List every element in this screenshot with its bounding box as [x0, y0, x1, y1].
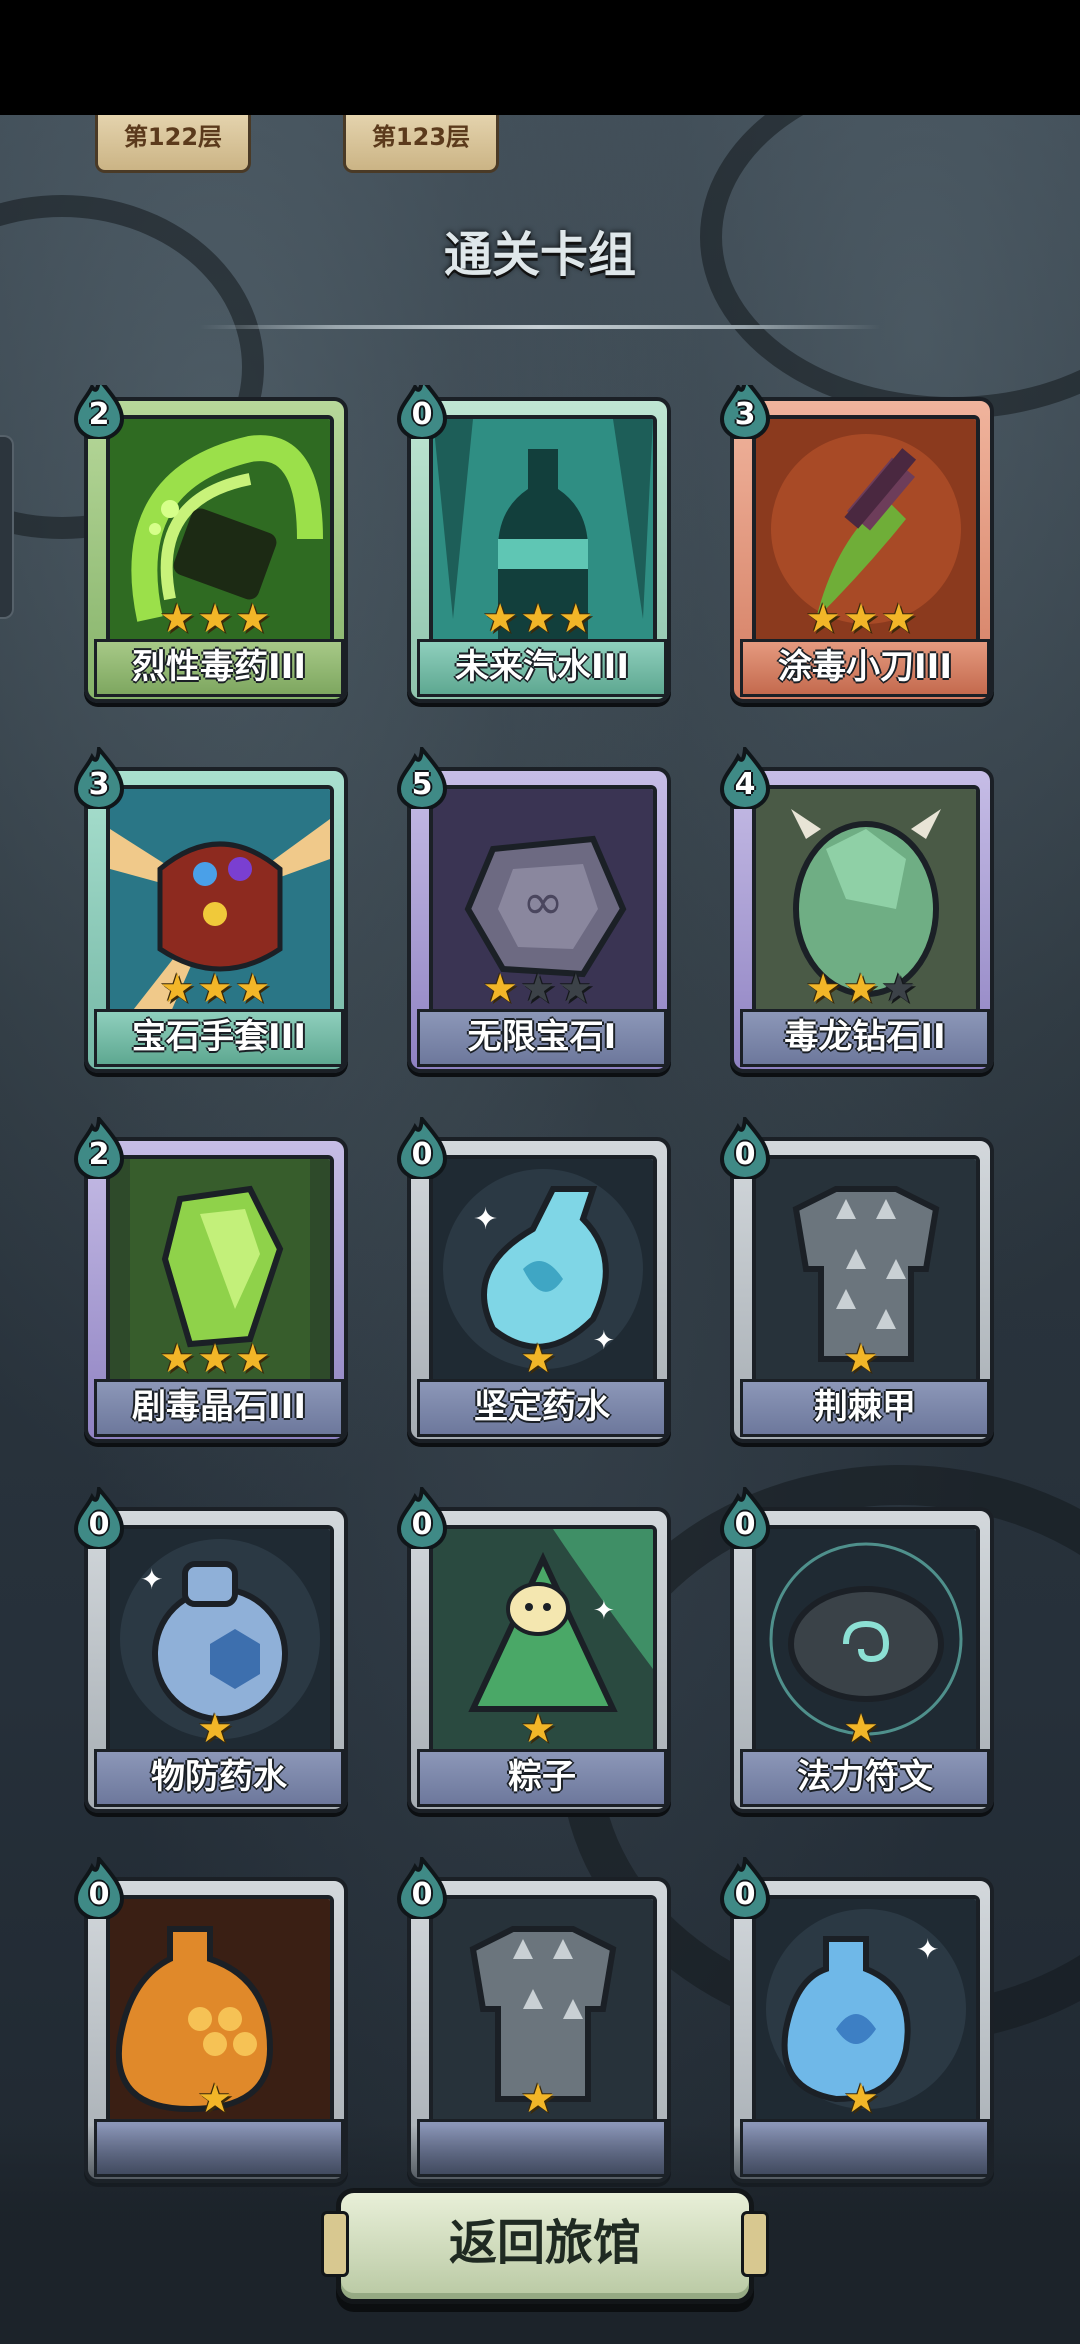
card-frame: ✦ ★ 粽子 [407, 1507, 671, 1813]
card-name: 无限宝石I [417, 1009, 667, 1067]
card-frame: ★★★ 毒龙钻石II [730, 767, 994, 1073]
card-frame: ★★★ 剧毒晶石III [84, 1137, 348, 1443]
card-frame: ★ 法力符文 [730, 1507, 994, 1813]
star-rating: ★★★ [482, 966, 596, 1012]
floor-tab-123[interactable]: 第123层 [343, 115, 499, 173]
card-thorn-armor[interactable]: ★ 荆棘甲 0 [720, 1117, 994, 1445]
card-frame: ★★★ 涂毒小刀III [730, 397, 994, 703]
star-rating: ★ [520, 1336, 558, 1382]
svg-text:∞: ∞ [522, 873, 564, 931]
return-to-inn-button[interactable]: 返回旅馆 [321, 2188, 769, 2304]
cost-badge: 0 [397, 1117, 447, 1179]
game-scene: 第122层 第123层 通关卡组 ★★★ 烈性毒药III 2 ★★★ 未来汽水I… [0, 115, 1080, 2344]
star-rating: ★ [843, 1706, 881, 1752]
card-name: 物防药水 [94, 1749, 344, 1807]
star-rating: ★ [843, 1336, 881, 1382]
card-name: 坚定药水 [417, 1379, 667, 1437]
card-frame: ★★★ 烈性毒药III [84, 397, 348, 703]
card-mana-rune[interactable]: ★ 法力符文 0 [720, 1487, 994, 1815]
status-bar [0, 0, 1080, 115]
cost-badge: 0 [397, 385, 447, 439]
star-rating: ★★★ [159, 1336, 273, 1382]
card-name: 烈性毒药III [94, 639, 344, 697]
card-name: 荆棘甲 [740, 1379, 990, 1437]
card-dragon-diamond[interactable]: ★★★ 毒龙钻石II 4 [720, 747, 994, 1075]
card-frame: ★★★ 宝石手套III [84, 767, 348, 1073]
card-name: 毒龙钻石II [740, 1009, 990, 1067]
cost-badge: 0 [397, 1857, 447, 1919]
star-rating: ★ [843, 2076, 881, 2122]
cost-badge: 0 [74, 1487, 124, 1549]
cost-badge: 3 [720, 385, 770, 439]
card-steadfast-potion[interactable]: ✦ ✦ ★ 坚定药水 0 [397, 1117, 671, 1445]
card-toxic-crystal[interactable]: ★★★ 剧毒晶石III 2 [74, 1117, 348, 1445]
star-rating: ★★★ [482, 596, 596, 642]
cost-badge: 0 [74, 1857, 124, 1919]
card-name: 剧毒晶石III [94, 1379, 344, 1437]
cost-badge: 0 [720, 1117, 770, 1179]
card-zongzi[interactable]: ✦ ★ 粽子 0 [397, 1487, 671, 1815]
card-gem-gauntlet[interactable]: ★★★ 宝石手套III 3 [74, 747, 348, 1075]
star-rating: ★ [197, 1706, 235, 1752]
cost-badge: 2 [74, 385, 124, 439]
card-name: 涂毒小刀III [740, 639, 990, 697]
card-poison-dagger[interactable]: ★★★ 涂毒小刀III 3 [720, 385, 994, 705]
star-rating: ★★★ [805, 966, 919, 1012]
cost-badge: 0 [720, 1857, 770, 1919]
svg-text:✦: ✦ [473, 1202, 498, 1237]
title-divider [200, 325, 880, 329]
card-infinity-gem[interactable]: ∞ ★★★ 无限宝石I 5 [397, 747, 671, 1075]
card-frame: ★★★ 未来汽水III [407, 397, 671, 703]
cost-badge: 2 [74, 1117, 124, 1179]
card-lethal-poison[interactable]: ★★★ 烈性毒药III 2 [74, 385, 348, 705]
card-future-soda[interactable]: ★★★ 未来汽水III 0 [397, 385, 671, 705]
star-rating: ★ [520, 1706, 558, 1752]
cost-badge: 3 [74, 747, 124, 809]
card-frame: ★ 荆棘甲 [730, 1137, 994, 1443]
star-rating: ★★★ [159, 966, 273, 1012]
cost-badge: 5 [397, 747, 447, 809]
card-grid[interactable]: ★★★ 烈性毒药III 2 ★★★ 未来汽水III 0 ★★★ 涂毒小刀III [0, 385, 1080, 2245]
svg-text:✦: ✦ [140, 1563, 163, 1596]
cost-badge: 0 [397, 1487, 447, 1549]
svg-text:✦: ✦ [916, 1933, 939, 1966]
card-name: 法力符文 [740, 1749, 990, 1807]
card-physical-defense-potion[interactable]: ✦ ★ 物防药水 0 [74, 1487, 348, 1815]
card-frame: ✦ ★ 物防药水 [84, 1507, 348, 1813]
star-rating: ★★★ [805, 596, 919, 642]
cost-badge: 4 [720, 747, 770, 809]
floor-tab-122[interactable]: 第122层 [95, 115, 251, 173]
cost-badge: 0 [720, 1487, 770, 1549]
star-rating: ★ [197, 2076, 235, 2122]
star-rating: ★★★ [159, 596, 273, 642]
svg-text:✦: ✦ [593, 1596, 615, 1626]
card-frame: ✦ ✦ ★ 坚定药水 [407, 1137, 671, 1443]
card-name: 粽子 [417, 1749, 667, 1807]
page-title: 通关卡组 [443, 227, 636, 283]
card-frame: ∞ ★★★ 无限宝石I [407, 767, 671, 1073]
card-name: 宝石手套III [94, 1009, 344, 1067]
card-name: 未来汽水III [417, 639, 667, 697]
star-rating: ★ [520, 2076, 558, 2122]
